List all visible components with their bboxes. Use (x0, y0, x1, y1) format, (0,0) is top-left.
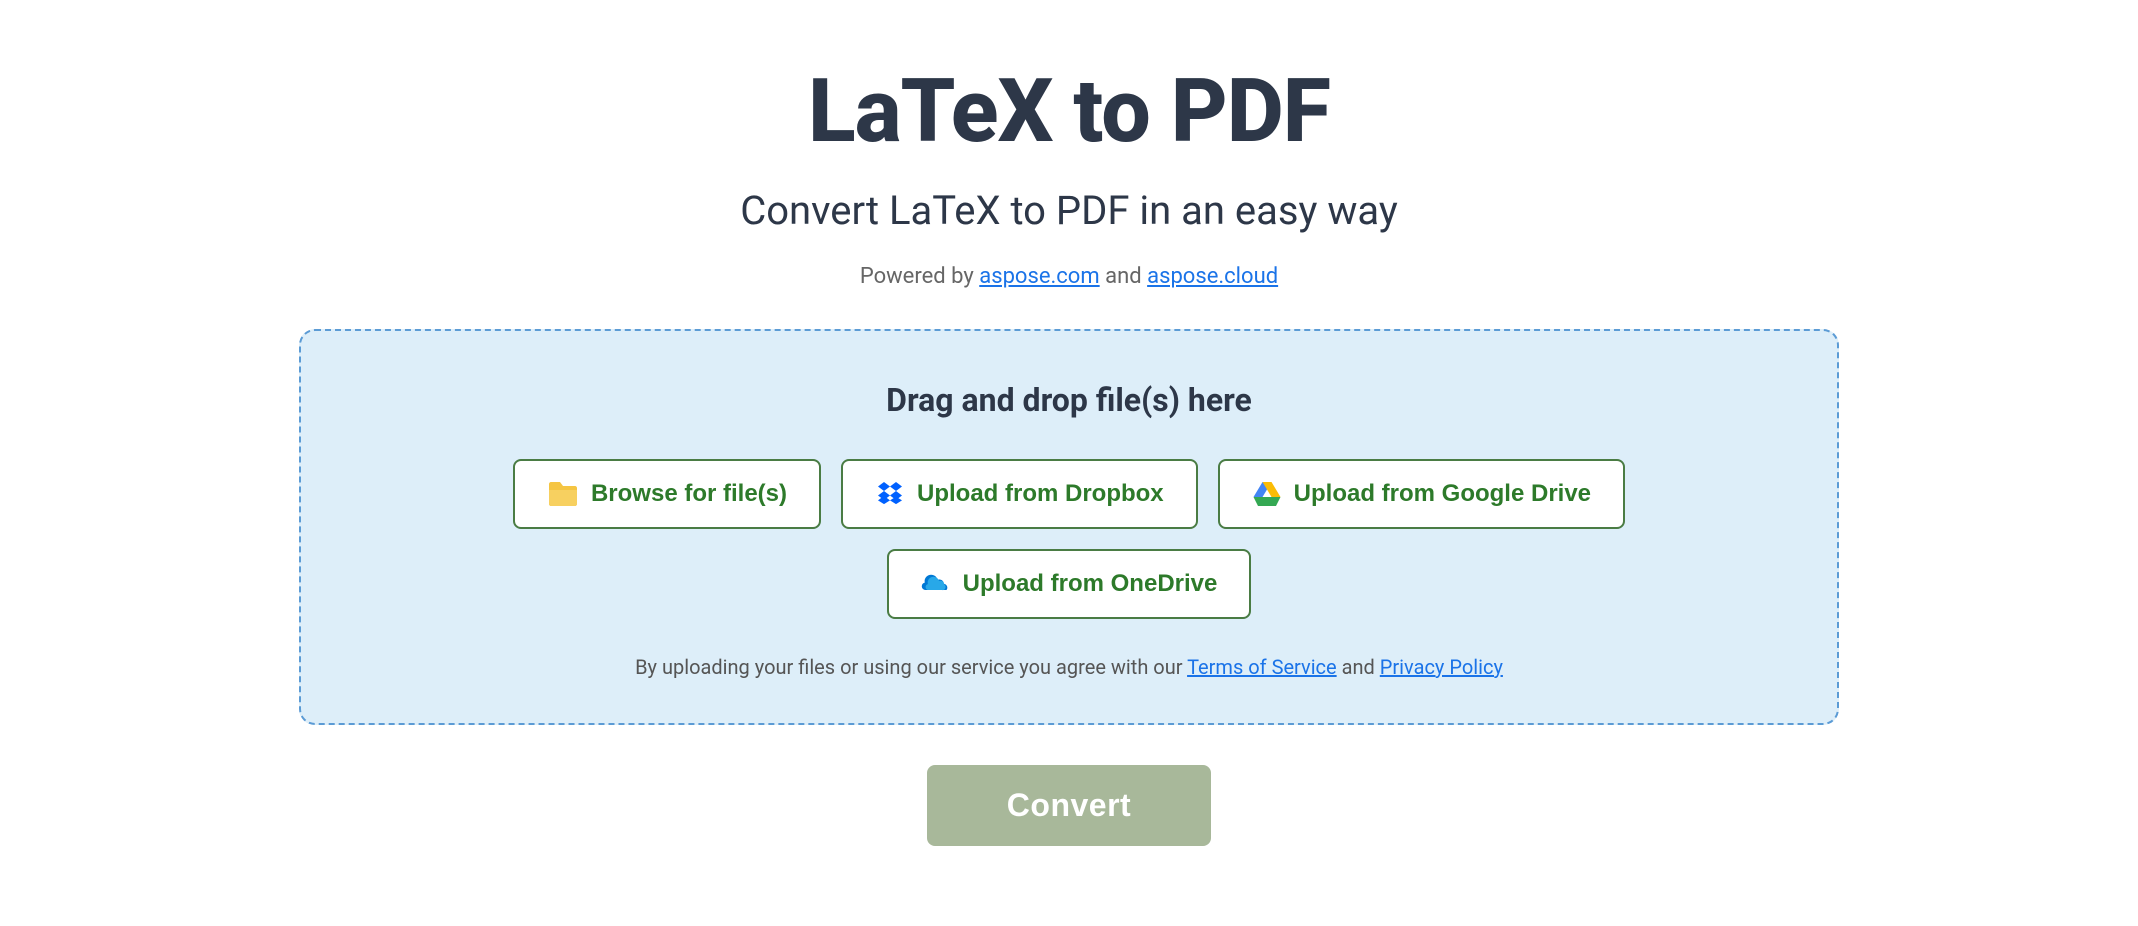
upload-dropbox-label: Upload from Dropbox (917, 480, 1164, 508)
page-title: LaTeX to PDF (808, 60, 1330, 163)
privacy-policy-link[interactable]: Privacy Policy (1380, 655, 1503, 679)
drop-zone[interactable]: Drag and drop file(s) here Browse for fi… (299, 329, 1839, 725)
browse-files-button[interactable]: Browse for file(s) (513, 459, 821, 529)
powered-by-text: Powered by aspose.com and aspose.cloud (860, 264, 1278, 289)
aspose-cloud-link[interactable]: aspose.cloud (1147, 264, 1278, 289)
upload-dropbox-button[interactable]: Upload from Dropbox (841, 459, 1198, 529)
dropbox-icon (875, 479, 905, 509)
terms-text: By uploading your files or using our ser… (635, 655, 1503, 679)
drag-drop-label: Drag and drop file(s) here (886, 381, 1252, 419)
upload-buttons-container: Browse for file(s) Upload from Dropbox (361, 459, 1777, 619)
onedrive-icon (921, 569, 951, 599)
upload-onedrive-button[interactable]: Upload from OneDrive (887, 549, 1252, 619)
browse-files-label: Browse for file(s) (591, 480, 787, 508)
page-subtitle: Convert LaTeX to PDF in an easy way (740, 187, 1398, 234)
upload-googledrive-button[interactable]: Upload from Google Drive (1218, 459, 1625, 529)
folder-icon (547, 480, 579, 508)
convert-button[interactable]: Convert (927, 765, 1211, 846)
terms-of-service-link[interactable]: Terms of Service (1187, 655, 1337, 679)
upload-googledrive-label: Upload from Google Drive (1294, 480, 1591, 508)
googledrive-icon (1252, 479, 1282, 509)
upload-onedrive-label: Upload from OneDrive (963, 570, 1218, 598)
aspose-com-link[interactable]: aspose.com (979, 264, 1099, 289)
